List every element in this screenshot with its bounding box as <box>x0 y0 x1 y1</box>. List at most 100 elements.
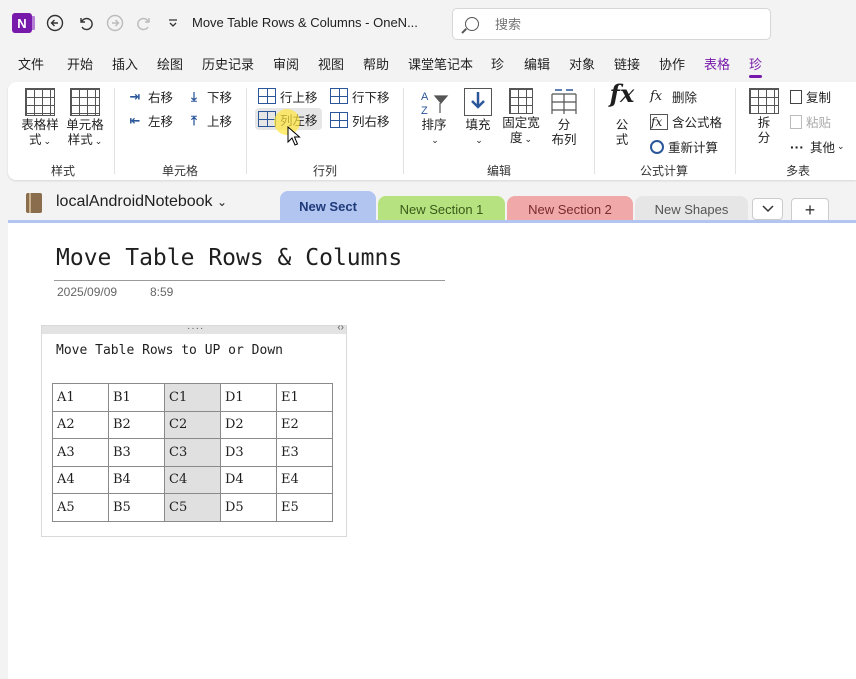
formula-button[interactable]: fx 公 式 <box>606 82 638 148</box>
copy-icon <box>790 89 802 104</box>
table-cell[interactable]: B4 <box>108 465 165 494</box>
copy-table-button[interactable]: 复制 <box>790 87 831 106</box>
table-cell[interactable]: C2 <box>164 410 221 439</box>
move-left-button[interactable]: ⇤ 左移 <box>126 111 173 130</box>
table-cell[interactable]: A3 <box>52 438 109 467</box>
fix-width-label: 固定宽 <box>502 116 540 130</box>
distribute-columns-button[interactable]: 分 布列 <box>548 88 580 148</box>
mouse-pointer-icon <box>287 126 301 146</box>
section-tab-1[interactable]: New Section 1 <box>378 196 505 222</box>
table-cell[interactable]: E3 <box>276 438 333 467</box>
page-canvas[interactable]: Move Table Rows & Columns 2025/09/09 8:5… <box>8 223 856 679</box>
tab-zhen-active[interactable]: 珍 <box>749 54 763 78</box>
table-cell[interactable]: C4 <box>164 465 221 494</box>
distribute-columns-icon <box>550 88 578 116</box>
tab-file[interactable]: 文件 <box>18 54 44 73</box>
move-down-icon: ⤓ <box>191 88 197 104</box>
table-cell[interactable]: C3 <box>164 438 221 467</box>
has-formula-cells-button[interactable]: fx 含公式格 <box>650 112 722 131</box>
group-label-rowcol: 行列 <box>313 164 338 178</box>
move-down-button[interactable]: ⤓ 下移 <box>185 87 232 106</box>
chevron-down-icon <box>761 205 774 213</box>
table-style-button[interactable]: 表格样 式 ⌄ <box>20 88 60 149</box>
fill-button[interactable]: 填充 ⌄ <box>460 88 496 148</box>
tab-insert[interactable]: 插入 <box>112 54 138 73</box>
window-title: Move Table Rows & Columns - OneN... <box>192 15 418 30</box>
sort-button[interactable]: AZ 排序 ⌄ <box>416 88 452 148</box>
tab-table[interactable]: 表格 <box>704 54 730 73</box>
fix-width-button[interactable]: 固定宽 度 ⌄ <box>500 88 542 147</box>
paste-table-button[interactable]: 粘贴 <box>790 112 831 131</box>
tab-help[interactable]: 帮助 <box>363 54 389 73</box>
table-cell[interactable]: A1 <box>52 383 109 412</box>
undo-icon[interactable] <box>74 12 96 34</box>
cell-style-button[interactable]: 单元格 样式 ⌄ <box>64 88 106 149</box>
col-right-icon <box>330 112 348 128</box>
group-label-edit: 编辑 <box>487 164 512 178</box>
other-menu-button[interactable]: ··· 其他 ⌄ <box>790 137 845 156</box>
tab-view[interactable]: 视图 <box>318 54 344 73</box>
table-cell[interactable]: E1 <box>276 383 333 412</box>
tab-class-notebook[interactable]: 课堂笔记本 <box>408 54 473 73</box>
table-cell[interactable]: B2 <box>108 410 165 439</box>
drag-handle-icon[interactable]: ···· <box>187 323 204 334</box>
table-cell[interactable]: A2 <box>52 410 109 439</box>
table-cell[interactable]: E5 <box>276 493 333 522</box>
fx-delete-icon: fx <box>650 88 663 104</box>
table-style-label-2: 式 ⌄ <box>28 133 52 147</box>
tab-object[interactable]: 对象 <box>569 54 595 73</box>
tab-collaborate[interactable]: 协作 <box>659 54 685 73</box>
col-right-button[interactable]: 列右移 <box>330 110 390 130</box>
table-cell[interactable]: D4 <box>220 465 277 494</box>
section-tab-2[interactable]: New Section 2 <box>507 196 633 222</box>
resize-width-icon[interactable]: ‹› <box>337 322 344 333</box>
table-cell[interactable]: A4 <box>52 465 109 494</box>
recalculate-button[interactable]: 重新计算 <box>650 137 718 156</box>
table-cell[interactable]: C5 <box>164 493 221 522</box>
redo-icon[interactable] <box>134 12 156 34</box>
data-table[interactable]: A1 B1 C1 D1 E1 A2 B2 C2 D2 E2 A3 B3 C3 D3 E3 A4 B4 C4 D4 E4… <box>52 383 333 522</box>
notebook-selector[interactable]: localAndroidNotebook ⌄ <box>56 193 227 211</box>
table-cell[interactable]: B3 <box>108 438 165 467</box>
page-title[interactable]: Move Table Rows & Columns <box>56 245 402 271</box>
section-tab-3[interactable]: New Shapes <box>635 196 748 222</box>
tab-history[interactable]: 历史记录 <box>202 54 254 73</box>
group-label-multi: 多表 <box>786 164 811 178</box>
table-cell[interactable]: A5 <box>52 493 109 522</box>
add-section-button[interactable]: + <box>791 198 829 222</box>
table-cell[interactable]: E2 <box>276 410 333 439</box>
note-text[interactable]: Move Table Rows to UP or Down <box>56 343 283 358</box>
search-input[interactable] <box>495 16 755 32</box>
search-box[interactable] <box>452 8 771 40</box>
tab-draw[interactable]: 绘图 <box>157 54 183 73</box>
tab-review[interactable]: 审阅 <box>273 54 299 73</box>
split-label-2: 分 <box>757 131 771 145</box>
forward-icon[interactable] <box>104 12 126 34</box>
note-container-handle[interactable]: ···· ‹› <box>42 322 346 334</box>
quick-access-dropdown-icon[interactable] <box>162 12 184 34</box>
tab-link[interactable]: 链接 <box>614 54 640 73</box>
sections-overflow-button[interactable] <box>752 198 783 220</box>
tab-home[interactable]: 开始 <box>67 54 93 73</box>
note-container[interactable]: ···· ‹› Move Table Rows to UP or Down A1… <box>41 322 347 537</box>
move-right-icon: ⇥ <box>129 88 141 104</box>
move-up-button[interactable]: ⤒ 上移 <box>185 111 232 130</box>
table-cell[interactable]: B5 <box>108 493 165 522</box>
table-cell[interactable]: D1 <box>220 383 277 412</box>
tab-zhen[interactable]: 珍 <box>491 54 504 73</box>
move-right-button[interactable]: ⇥ 右移 <box>126 87 173 106</box>
row-down-button[interactable]: 行下移 <box>330 86 390 106</box>
table-cell[interactable]: D5 <box>220 493 277 522</box>
table-cell[interactable]: D3 <box>220 438 277 467</box>
table-cell[interactable]: E4 <box>276 465 333 494</box>
section-tab-active[interactable]: New Sect <box>280 191 376 222</box>
delete-formula-button[interactable]: fx 删除 <box>650 87 697 106</box>
table-cell[interactable]: D2 <box>220 410 277 439</box>
table-style-label: 表格样 <box>21 118 59 132</box>
back-icon[interactable] <box>44 12 66 34</box>
row-up-button[interactable]: 行上移 <box>258 86 318 106</box>
split-table-button[interactable]: 拆 分 <box>748 88 780 146</box>
table-cell[interactable]: B1 <box>108 383 165 412</box>
table-cell[interactable]: C1 <box>164 383 221 412</box>
tab-edit[interactable]: 编辑 <box>524 54 550 73</box>
